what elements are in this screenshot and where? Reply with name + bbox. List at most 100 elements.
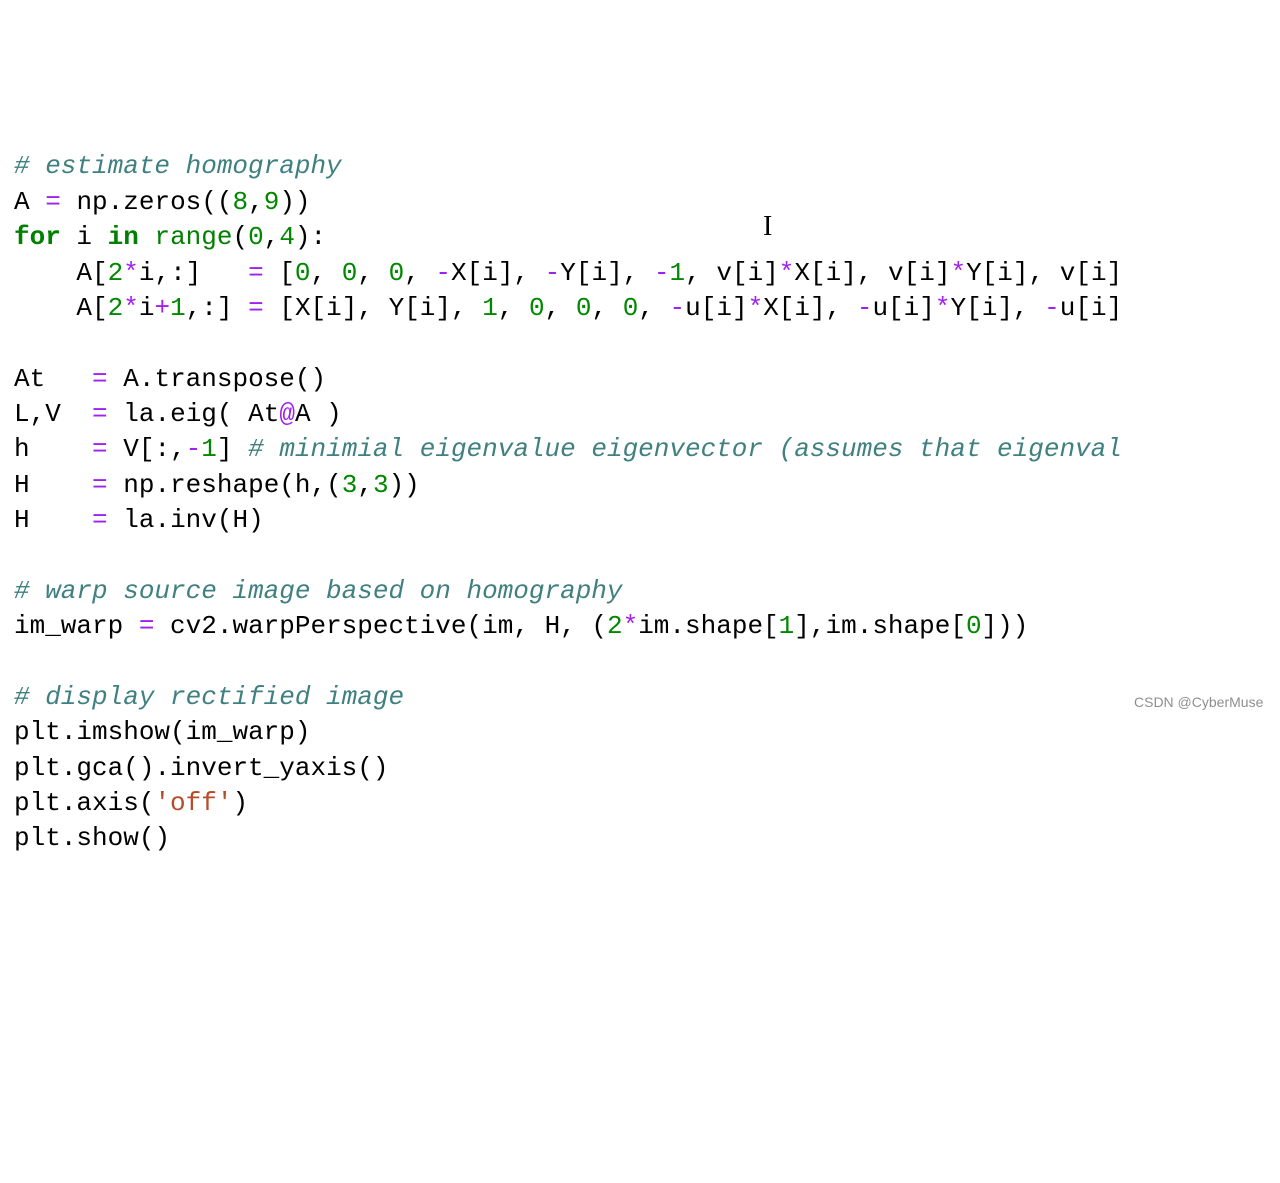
punct-token: ],	[810, 293, 857, 323]
operator-token: -	[435, 258, 451, 288]
punct-token: ,	[638, 293, 669, 323]
comment-token: # warp source image based on homography	[14, 576, 623, 606]
punct-token: ,(	[311, 470, 342, 500]
ident-token: i	[420, 293, 436, 323]
ident-token: At	[14, 364, 45, 394]
punct-token: .	[139, 364, 155, 394]
comment-token: # display rectified image	[14, 682, 404, 712]
punct-token: ],	[841, 258, 888, 288]
ident-token: cv2	[170, 611, 217, 641]
ident-token: i	[826, 258, 842, 288]
punct-token: [	[982, 258, 998, 288]
punct-token: [	[1075, 293, 1091, 323]
number-token: 3	[342, 470, 358, 500]
punct-token	[61, 399, 92, 429]
ident-token: h	[14, 434, 30, 464]
ident-token: eig	[170, 399, 217, 429]
ident-token: zeros	[123, 187, 201, 217]
punct-token: ,	[513, 611, 544, 641]
punct-token: ]))	[982, 611, 1029, 641]
punct-token: [	[701, 293, 717, 323]
punct-token: ]	[919, 293, 935, 323]
ident-token: i	[1091, 258, 1107, 288]
punct-token: ]	[1107, 258, 1123, 288]
operator-token: =	[139, 611, 155, 641]
punct-token: [	[888, 293, 904, 323]
punct-token	[108, 470, 124, 500]
ident-token: V	[123, 434, 139, 464]
code-line: A = np.zeros((8,9))	[14, 185, 1266, 220]
code-line: h = V[:,-1] # minimial eigenvalue eigenv…	[14, 432, 1266, 467]
punct-token: ],	[794, 611, 825, 641]
number-token: 9	[264, 187, 280, 217]
number-token: 0	[248, 222, 264, 252]
ident-token: A	[14, 187, 30, 217]
ident-token: i	[716, 293, 732, 323]
number-token: 2	[108, 293, 124, 323]
punct-token: .	[61, 753, 77, 783]
punct-token: ))	[389, 470, 420, 500]
punct-token: ,	[357, 258, 388, 288]
code-line: im_warp = cv2.warpPerspective(im, H, (2*…	[14, 609, 1266, 644]
operator-token: *	[123, 293, 139, 323]
ident-token: H	[14, 505, 30, 535]
punct-token: [	[92, 258, 108, 288]
punct-token: (	[139, 788, 155, 818]
ident-token: i	[982, 293, 998, 323]
ident-token: transpose	[154, 364, 294, 394]
punct-token: [	[264, 258, 295, 288]
punct-token: ],	[342, 293, 389, 323]
punct-token: .	[857, 611, 873, 641]
punct-token: ,	[30, 399, 46, 429]
number-token: 0	[342, 258, 358, 288]
ident-token: u	[872, 293, 888, 323]
ident-token: im	[482, 611, 513, 641]
punct-token	[108, 399, 124, 429]
code-line: plt.gca().invert_yaxis()	[14, 751, 1266, 786]
string-token: 'off'	[154, 788, 232, 818]
ident-token: reshape	[170, 470, 279, 500]
punct-token	[14, 293, 76, 323]
operator-token: *	[950, 258, 966, 288]
punct-token: [	[904, 258, 920, 288]
ident-token: im	[638, 611, 669, 641]
ident-token: L	[14, 399, 30, 429]
punct-token	[108, 364, 124, 394]
number-token: 0	[295, 258, 311, 288]
operator-token: =	[92, 364, 108, 394]
ident-token: i	[1091, 293, 1107, 323]
code-line: plt.imshow(im_warp)	[14, 715, 1266, 750]
punct-token: (	[467, 611, 483, 641]
operator-token: =	[45, 187, 61, 217]
operator-token: =	[92, 399, 108, 429]
ident-token: X	[451, 258, 467, 288]
number-token: 2	[108, 258, 124, 288]
punct-token: [	[1075, 258, 1091, 288]
punct-token: .	[61, 788, 77, 818]
ident-token: V	[45, 399, 61, 429]
punct-token: ],	[997, 293, 1044, 323]
keyword-token: for	[14, 222, 61, 252]
punct-token: ]	[1107, 293, 1123, 323]
operator-token: =	[248, 258, 264, 288]
punct-token	[61, 222, 77, 252]
punct-token: ]	[763, 258, 779, 288]
code-line: A[2*i+1,:] = [X[i], Y[i], 1, 0, 0, 0, -u…	[14, 291, 1266, 326]
ident-token: Y	[950, 293, 966, 323]
punct-token	[14, 258, 76, 288]
punct-token: ]	[217, 434, 248, 464]
operator-token: +	[154, 293, 170, 323]
operator-token: -	[654, 258, 670, 288]
ident-token: A	[295, 399, 311, 429]
punct-token: ],	[435, 293, 482, 323]
punct-token: ()	[295, 364, 326, 394]
ident-token: v	[716, 258, 732, 288]
punct-token	[108, 434, 124, 464]
code-line: # estimate homography	[14, 149, 1266, 184]
code-line: plt.axis('off')	[14, 786, 1266, 821]
punct-token: ]	[935, 258, 951, 288]
ident-token: i	[997, 258, 1013, 288]
punct-token	[30, 187, 46, 217]
number-token: 2	[607, 611, 623, 641]
punct-token	[30, 470, 92, 500]
